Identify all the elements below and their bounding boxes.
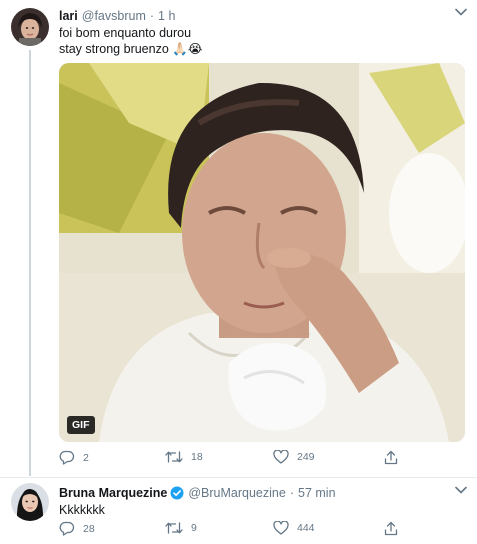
- chevron-down-icon[interactable]: [453, 4, 469, 20]
- tweet-text-line: stay strong bruenzo 🙏🏻😭: [59, 42, 203, 56]
- author-handle[interactable]: @BruMarquezine: [188, 486, 285, 500]
- retweet-button[interactable]: 9: [165, 521, 197, 535]
- like-button[interactable]: 249: [273, 450, 315, 464]
- like-icon: [273, 450, 289, 464]
- like-button[interactable]: 444: [273, 521, 315, 535]
- tweet-text-line: foi bom enquanto durou: [59, 26, 192, 40]
- tweet-lari[interactable]: lari @favsbrum · 1 h foi bom enquanto du…: [0, 0, 477, 477]
- retweet-count: 9: [191, 522, 197, 534]
- reply-icon: [59, 450, 75, 465]
- tweet-body: Bruna Marquezine @BruMarquezine · 57 min…: [59, 484, 465, 518]
- share-button[interactable]: [384, 450, 398, 465]
- gif-badge: GIF: [67, 416, 95, 434]
- retweet-count: 18: [191, 451, 203, 463]
- author-handle[interactable]: @favsbrum: [82, 9, 146, 23]
- author-name[interactable]: lari: [59, 9, 78, 23]
- tweet-bruna-marquezine[interactable]: Bruna Marquezine @BruMarquezine · 57 min…: [0, 477, 477, 544]
- avatar-lari[interactable]: [11, 8, 49, 46]
- retweet-icon: [165, 451, 183, 463]
- separator-dot: ·: [289, 486, 294, 500]
- chevron-down-icon[interactable]: [453, 482, 469, 498]
- tweet-header: lari @favsbrum · 1 h: [59, 7, 465, 25]
- avatar-bruna-marquezine[interactable]: [11, 483, 49, 521]
- like-icon: [273, 521, 289, 535]
- author-name[interactable]: Bruna Marquezine: [59, 486, 167, 500]
- like-count: 444: [297, 522, 315, 534]
- tweet-text: foi bom enquanto durou stay strong bruen…: [59, 25, 465, 57]
- gif-media[interactable]: GIF: [59, 63, 465, 442]
- retweet-button[interactable]: 18: [165, 450, 203, 464]
- verified-badge-icon: [170, 486, 184, 500]
- retweet-icon: [165, 522, 183, 534]
- reply-button[interactable]: 2: [59, 450, 89, 465]
- reply-icon: [59, 521, 75, 536]
- share-icon: [384, 450, 398, 465]
- share-icon: [384, 521, 398, 536]
- reply-count: 28: [83, 522, 95, 535]
- reply-button[interactable]: 28: [59, 521, 95, 536]
- tweet-actions: 28 9 444: [59, 521, 439, 539]
- tweet-text: Kkkkkkk: [59, 503, 105, 517]
- separator-dot: ·: [149, 9, 155, 23]
- tweet-header: Bruna Marquezine @BruMarquezine · 57 min: [59, 484, 465, 502]
- like-count: 249: [297, 451, 315, 463]
- timestamp[interactable]: 1 h: [158, 9, 175, 23]
- share-button[interactable]: [384, 521, 398, 536]
- gif-frame-image: [59, 63, 465, 442]
- thread-connector-line: [29, 50, 31, 476]
- timestamp[interactable]: 57 min: [298, 486, 336, 500]
- tweet-body: lari @favsbrum · 1 h foi bom enquanto du…: [59, 7, 465, 57]
- tweet-actions: 2 18 249: [59, 450, 439, 468]
- reply-count: 2: [83, 451, 89, 464]
